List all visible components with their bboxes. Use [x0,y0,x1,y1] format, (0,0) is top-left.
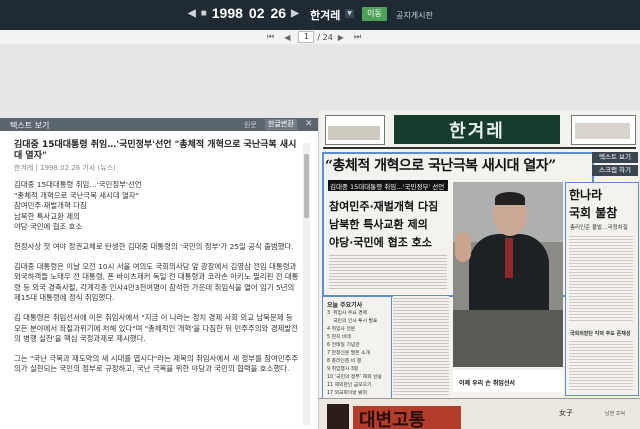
triangle-right-icon[interactable]: ▶ [291,8,299,19]
tab-hangul-convert[interactable]: 한글변환 [265,119,297,130]
month-value[interactable]: 02 [249,5,265,21]
tab-original[interactable]: 원문 [244,120,257,130]
list-item: 9 취임행사 3평 [327,367,359,372]
masthead: 한겨레 [394,115,560,144]
article-paragraph: 김대중 15대대통령 취임…'국민정부'선언 "총체적 개혁으로 국난극복 새시… [14,180,142,232]
top-navigation-bar: ◀ ■ 1998 02 26 ▶ 한겨레 ▼ 이동 공지게시판 [0,0,640,30]
newspaper-page-image[interactable]: 한겨레 “총체적 개혁으로 국난극복 새시대 열자” 김대중 15대대통령 취임… [319,110,640,429]
prev-page-icon[interactable]: ◀ [284,33,290,42]
text-view-button[interactable]: 텍스트 보기 [592,152,638,163]
deck-text: 김대중 15대대통령 취임…'국민정부' 선언 [330,183,445,191]
date-selector: ◀ ■ 1998 02 26 ▶ [183,5,304,21]
list-item: 3 취임사 주요 경제 [327,311,368,316]
list-item: 11 해외한인 금모으기 [327,383,372,388]
list-item: 4 취임사 전문 [327,327,356,332]
photo-podium [453,310,563,367]
ad-left-image [327,404,349,429]
close-icon[interactable]: ✕ [305,119,313,129]
total-pages: / 24 [317,32,333,42]
top-right-photo [575,123,630,139]
article-paragraph: 그는 "국난 극복과 재도약의 새 시대를 엽시다"라는 제목의 취임사에서 새… [14,353,299,374]
photo-hand [455,232,471,262]
text-panel-header: 텍스트 보기 원문 한글변환 ✕ [0,118,318,131]
year-value[interactable]: 1998 [212,5,243,21]
president-photo [453,182,563,367]
subheadline-3: 야당·국민에 협조 호소 [329,236,432,249]
text-scrollbar-thumb[interactable] [304,154,309,218]
day-value[interactable]: 26 [270,5,286,21]
skip-first-icon[interactable]: ⏮ [267,32,274,42]
list-item: 17 외국학이방 밝혀 [327,391,368,396]
right-subheadline: 총리인준 불발…국정차질 [570,225,628,231]
article-title: 김대중 15대대통령 취임…'국민정부'선언 "총체적 개혁으로 국난극복 새시… [14,140,297,161]
move-button[interactable]: 이동 [362,7,387,21]
square-icon[interactable]: ■ [201,8,207,19]
list-item: 8 총리인준 비 결 [327,359,362,364]
list-item: 6 전태일 기념관 [327,343,360,348]
notice-board-link[interactable]: 공지게시판 [396,10,433,21]
headline: “총체적 개혁으로 국난극복 새시대 열자” [325,158,556,174]
page-number-input[interactable]: 1 [298,31,315,43]
top-left-photo [328,126,380,140]
right-headline-2: 국회 불참 [569,206,618,220]
right-article-text-2 [569,339,633,391]
ad-right-text: 女子 [559,409,573,417]
masthead-rule [323,147,636,149]
photo-tie [505,238,513,278]
ad-text: 대변고통 [359,410,426,429]
list-item: 10 ‘국민의 정부’ 해외 반응 [327,375,382,380]
viewer-background [0,44,640,118]
text-panel-title: 텍스트 보기 [10,121,50,130]
next-page-icon[interactable]: ▶ [338,33,344,42]
list-item: 5 현지 비데 [327,335,351,340]
article-paragraph: 김대중 대통령은 이날 오전 10시 서울 여의도 국회의사당 앞 광장에서 김… [14,261,299,303]
triangle-left-icon[interactable]: ◀ [188,8,196,19]
article-text-column [329,253,447,290]
contents-list: 3 취임사 주요 경제 국민의 인사 투시 발표 4 취임사 전문 5 현지 비… [327,310,389,406]
list-item: 국민의 인사 투시 발표 [327,319,378,324]
contents-title: 오늘 주요기사 [327,302,363,309]
scrap-button[interactable]: 스크랩 하기 [592,165,638,176]
right-article-text [569,234,633,322]
photo-hair [495,192,525,205]
ad-right-text-2: 남현 조덕 [605,411,625,417]
right-box-title: 국회의장단 각의 주도 존재성 [570,331,631,337]
photo-caption: 이제 우리 손 취임선서 [459,380,515,387]
masthead-text: 한겨레 [449,121,505,142]
right-headline-1: 한나라 [569,188,603,202]
paper-select[interactable]: 한겨레 [310,7,340,23]
subheadline-2: 남북한 특사교환 제의 [329,218,428,231]
article-paragraph: 헌정사상 첫 여야 정권교체로 탄생한 김대중 대통령의 '국민의 정부'가 2… [14,241,294,251]
text-view-panel: 텍스트 보기 원문 한글변환 ✕ 김대중 15대대통령 취임…'국민정부'선언 … [0,118,319,429]
article-meta: 한겨레 | 1998.02.26 기사 (뉴스) [14,164,116,172]
list-item: 7 한정신문 딸은 소개 [327,351,370,356]
article-body: 김대중 15대대통령 취임…'국민정부'선언 "총체적 개혁으로 국난극복 새시… [14,180,299,384]
skip-last-icon[interactable]: ⏭ [354,32,361,42]
article-paragraph: 김 대통령은 취임선서에 이은 취임사에서 "지금 이 나라는 정치 경제 사회… [14,312,298,344]
middle-article-text [393,296,449,396]
pager-bar: ⏮ ◀ 1 / 24 ▶ ⏭ [0,30,640,44]
pager: ⏮ ◀ 1 / 24 ▶ ⏭ [262,31,366,43]
chevron-down-icon[interactable]: ▼ [345,9,354,18]
subheadline-1: 참여민주·재벌개혁 다짐 [329,200,439,213]
